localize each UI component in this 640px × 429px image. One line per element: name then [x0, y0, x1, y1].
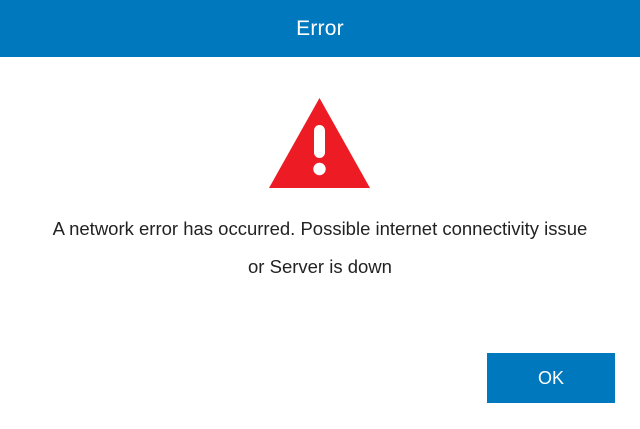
- ok-button[interactable]: OK: [487, 353, 615, 403]
- error-message: A network error has occurred. Possible i…: [0, 210, 640, 286]
- dialog-title-bar: Error: [0, 0, 640, 57]
- error-message-line-2: or Server is down: [248, 256, 392, 277]
- dialog-title: Error: [296, 16, 344, 40]
- warning-triangle-icon: [269, 98, 370, 188]
- error-dialog: Error A network error has occurred. Poss…: [0, 0, 640, 429]
- error-message-line-1: A network error has occurred. Possible i…: [52, 218, 588, 239]
